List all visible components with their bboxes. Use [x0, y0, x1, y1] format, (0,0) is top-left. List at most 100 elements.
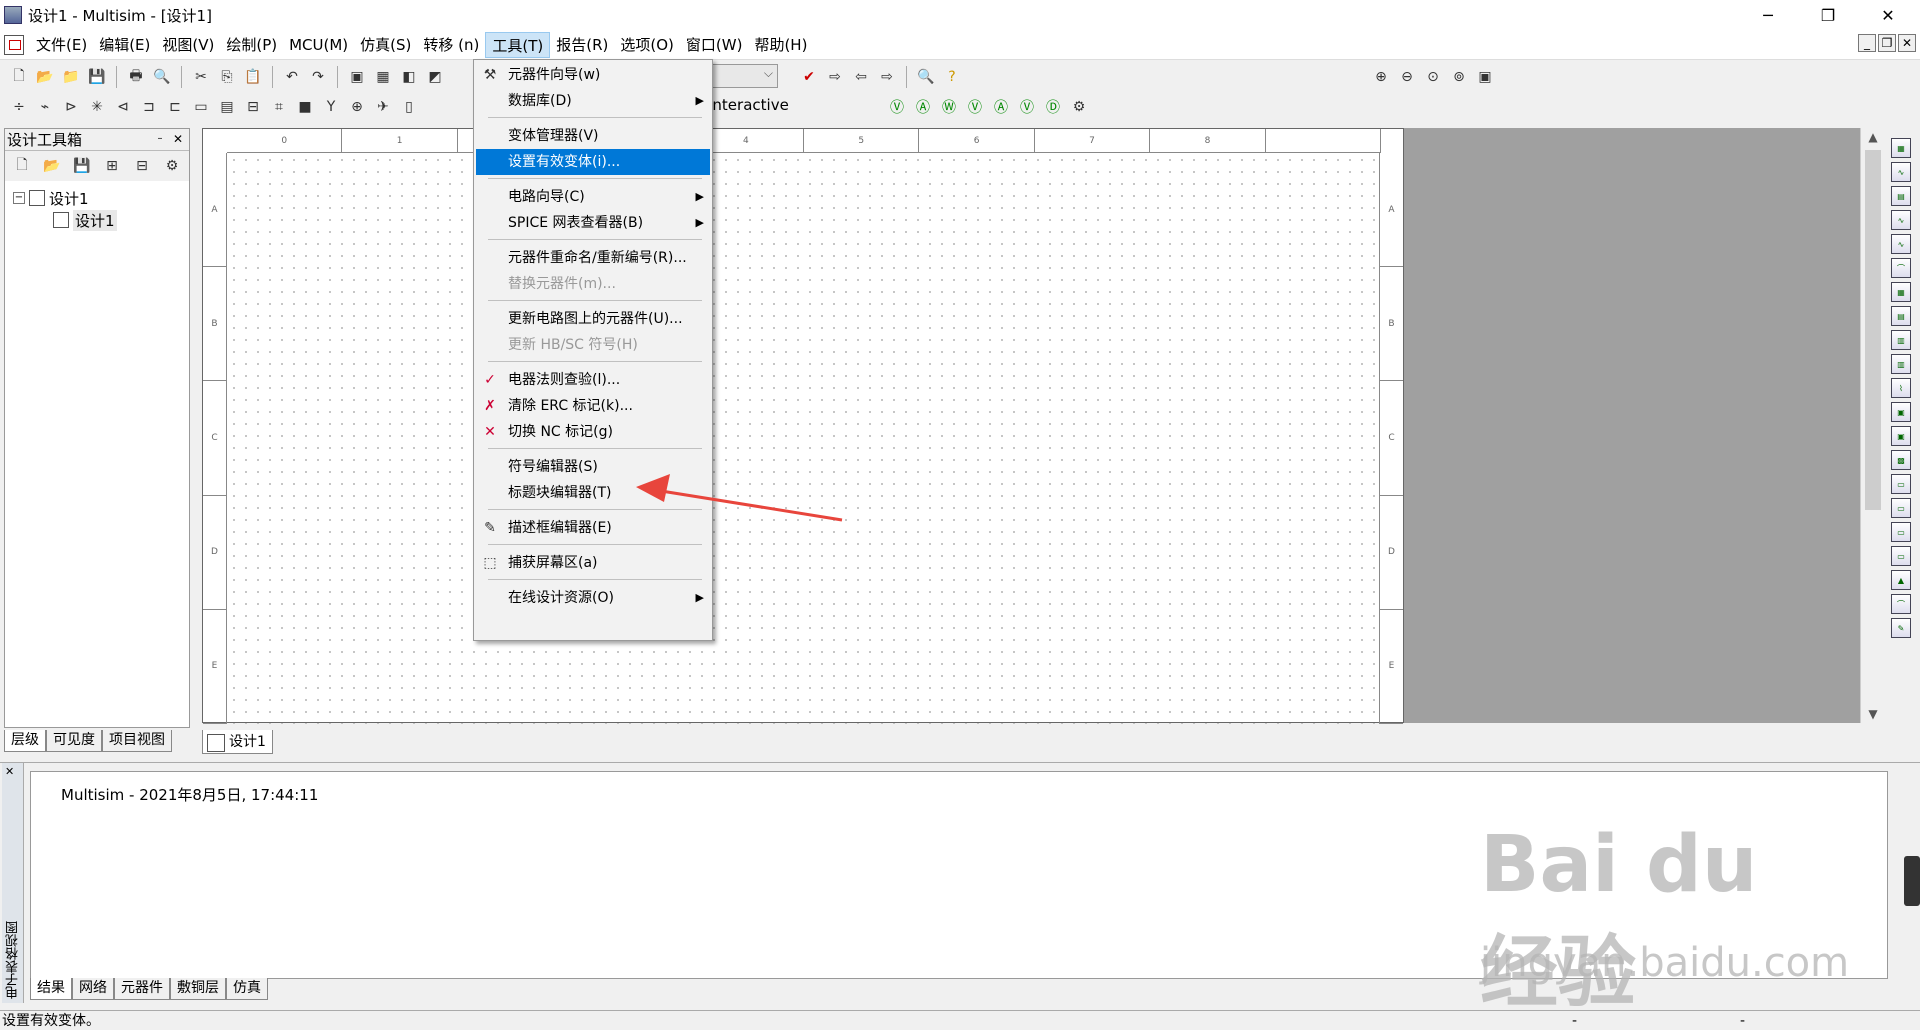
copy-icon[interactable]: ⎘	[216, 66, 238, 88]
mdi-close-button[interactable]: ✕	[1898, 34, 1916, 52]
logic-analyzer-icon[interactable]: ▥	[1891, 354, 1911, 374]
menu-item-toggle-nc[interactable]: ✕ 切换 NC 标记(g)	[476, 419, 710, 445]
tab-simulation[interactable]: 仿真	[226, 978, 268, 1000]
function-generator-icon[interactable]: ∿	[1891, 162, 1911, 182]
distortion-analyzer-icon[interactable]: ▣	[1891, 402, 1911, 422]
ttl-icon[interactable]: ⊐	[138, 96, 160, 118]
place-probe-icon[interactable]: ⇨	[824, 66, 846, 88]
menu-transfer[interactable]: 转移 (n)	[417, 32, 485, 58]
differential-voltage-probe-icon[interactable]: Ⓥ	[964, 96, 986, 118]
menu-file[interactable]: 文件(E)	[30, 32, 93, 58]
sheet-grid[interactable]	[228, 154, 1380, 724]
database-manager-icon[interactable]: ◧	[398, 66, 420, 88]
probe-icon[interactable]: ✔	[798, 66, 820, 88]
menu-tools[interactable]: 工具(T)	[485, 31, 551, 58]
network-analyzer-icon[interactable]: ▩	[1891, 450, 1911, 470]
spreadsheet-icon[interactable]: ▦	[372, 66, 394, 88]
cmos-icon[interactable]: ⊏	[164, 96, 186, 118]
output-scroll-knob[interactable]	[1904, 856, 1920, 906]
open-sample-icon[interactable]: 📁	[60, 66, 82, 88]
tab-hierarchy[interactable]: 层级	[4, 730, 46, 752]
menu-item-description-box-editor[interactable]: ✎ 描述框编辑器(E)	[476, 515, 710, 541]
digital-probe-icon[interactable]: Ⓓ	[1042, 96, 1064, 118]
cut-icon[interactable]: ✂	[190, 66, 212, 88]
menu-simulate[interactable]: 仿真(S)	[354, 32, 417, 58]
document-icon[interactable]	[4, 34, 24, 55]
print-preview-icon[interactable]: 🔍	[151, 66, 173, 88]
mixed-icon[interactable]: ▤	[216, 96, 238, 118]
zoom-out-icon[interactable]: ⊖	[1396, 66, 1418, 88]
close-button[interactable]: ✕	[1860, 0, 1916, 30]
menu-item-variant-manager[interactable]: 变体管理器(V)	[476, 123, 710, 149]
menu-item-erc[interactable]: ✓ 电器法则查验(l)...	[476, 367, 710, 393]
multimeter-icon[interactable]: ▦	[1891, 138, 1911, 158]
reference-probe-icon[interactable]: Ⓥ	[1016, 96, 1038, 118]
source-icon[interactable]: ÷	[8, 96, 30, 118]
agilent-oscilloscope-icon[interactable]: ▭	[1891, 522, 1911, 542]
menu-reports[interactable]: 报告(R)	[550, 32, 614, 58]
probe-settings-icon[interactable]: ⚙	[1068, 96, 1090, 118]
menu-item-online-design-resources[interactable]: 在线设计资源(O) ▶	[476, 585, 710, 611]
print-icon[interactable]: 🖶	[125, 66, 147, 88]
four-channel-oscilloscope-icon[interactable]: ∿	[1891, 234, 1911, 254]
schematic-workspace[interactable]: 0 1 2 3 4 5 6 7 8 A B C D E A B C D E	[202, 128, 1860, 725]
scroll-up-icon[interactable]: ▲	[1861, 128, 1885, 146]
redo-icon[interactable]: ↷	[307, 66, 329, 88]
menu-item-set-active-variant[interactable]: 设置有效变体(i)...	[476, 149, 710, 175]
tree-child[interactable]: 设计1	[53, 209, 181, 231]
measurement-probe-icon[interactable]: ✎	[1891, 618, 1911, 638]
tektronix-oscilloscope-icon[interactable]: ▭	[1891, 546, 1911, 566]
new-design-icon[interactable]: 🗋	[11, 155, 33, 177]
misc-digital-icon[interactable]: ▭	[190, 96, 212, 118]
frequency-counter-icon[interactable]: ▦	[1891, 282, 1911, 302]
scroll-down-icon[interactable]: ▼	[1861, 705, 1885, 723]
agilent-multimeter-icon[interactable]: ▭	[1891, 498, 1911, 518]
panel-minimize-icon[interactable]: –	[153, 132, 167, 146]
tab-components[interactable]: 元器件	[114, 978, 170, 1000]
open-design-icon[interactable]: 📂	[41, 155, 63, 177]
spectrum-analyzer-icon[interactable]: ▣	[1891, 426, 1911, 446]
in-use-list-combo[interactable]	[712, 64, 778, 88]
save-design-icon[interactable]: 💾	[71, 155, 93, 177]
tab-project-view[interactable]: 项目视图	[102, 730, 172, 752]
menu-view[interactable]: 视图(V)	[156, 32, 220, 58]
zoom-area-icon[interactable]: ⊙	[1422, 66, 1444, 88]
resistor-icon[interactable]: ⌁	[34, 96, 56, 118]
full-screen-icon[interactable]: ▣	[1474, 66, 1496, 88]
current-probe-icon[interactable]: Ⓐ	[912, 96, 934, 118]
scroll-thumb[interactable]	[1865, 150, 1881, 510]
agilent-generator-icon[interactable]: ▭	[1891, 474, 1911, 494]
sheet-properties-icon[interactable]: ⚙	[161, 155, 183, 177]
menu-window[interactable]: 窗口(W)	[680, 32, 749, 58]
paste-icon[interactable]: 📋	[242, 66, 264, 88]
menu-options[interactable]: 选项(O)	[614, 32, 680, 58]
tab-results[interactable]: 结果	[30, 978, 72, 1000]
mdi-restore-button[interactable]: ❐	[1878, 34, 1896, 52]
menu-item-circuit-wizards[interactable]: 电路向导(C) ▶	[476, 184, 710, 210]
antenna-icon[interactable]: Y	[320, 96, 342, 118]
tab-copper-layers[interactable]: 敷铜层	[170, 978, 226, 1000]
minimize-button[interactable]: ─	[1740, 0, 1796, 30]
menu-item-title-block-editor[interactable]: 标题块编辑器(T)	[476, 480, 710, 506]
schematic-sheet[interactable]: 0 1 2 3 4 5 6 7 8 A B C D E A B C D E	[202, 128, 1404, 725]
current-clamp-icon[interactable]: ⌒	[1891, 594, 1911, 614]
logic-converter-icon[interactable]: ▥	[1891, 330, 1911, 350]
back-annotate-icon[interactable]: ⇦	[850, 66, 872, 88]
panel-close-icon[interactable]: ✕	[171, 132, 185, 146]
misc-icon[interactable]: ⌗	[268, 96, 290, 118]
tab-visibility[interactable]: 可见度	[46, 730, 102, 752]
power-probe-icon[interactable]: Ⓦ	[938, 96, 960, 118]
analog-icon[interactable]: ⊲	[112, 96, 134, 118]
diode-icon[interactable]: ⊳	[60, 96, 82, 118]
menu-mcu[interactable]: MCU(M)	[283, 32, 354, 58]
delete-sheet-icon[interactable]: ⊟	[131, 155, 153, 177]
menu-item-update-components[interactable]: 更新电路图上的元器件(U)...	[476, 306, 710, 332]
collapse-icon[interactable]: −	[13, 192, 25, 204]
labview-icon[interactable]: ▲	[1891, 570, 1911, 590]
menu-place[interactable]: 绘制(P)	[220, 32, 283, 58]
vertical-scrollbar[interactable]: ▲ ▼	[1860, 128, 1884, 723]
menu-item-clear-erc[interactable]: ✗ 清除 ERC 标记(k)...	[476, 393, 710, 419]
open-file-icon[interactable]: 📂	[34, 66, 56, 88]
power-component-icon[interactable]: ■	[294, 96, 316, 118]
menu-item-database[interactable]: 数据库(D) ▶	[476, 88, 710, 114]
